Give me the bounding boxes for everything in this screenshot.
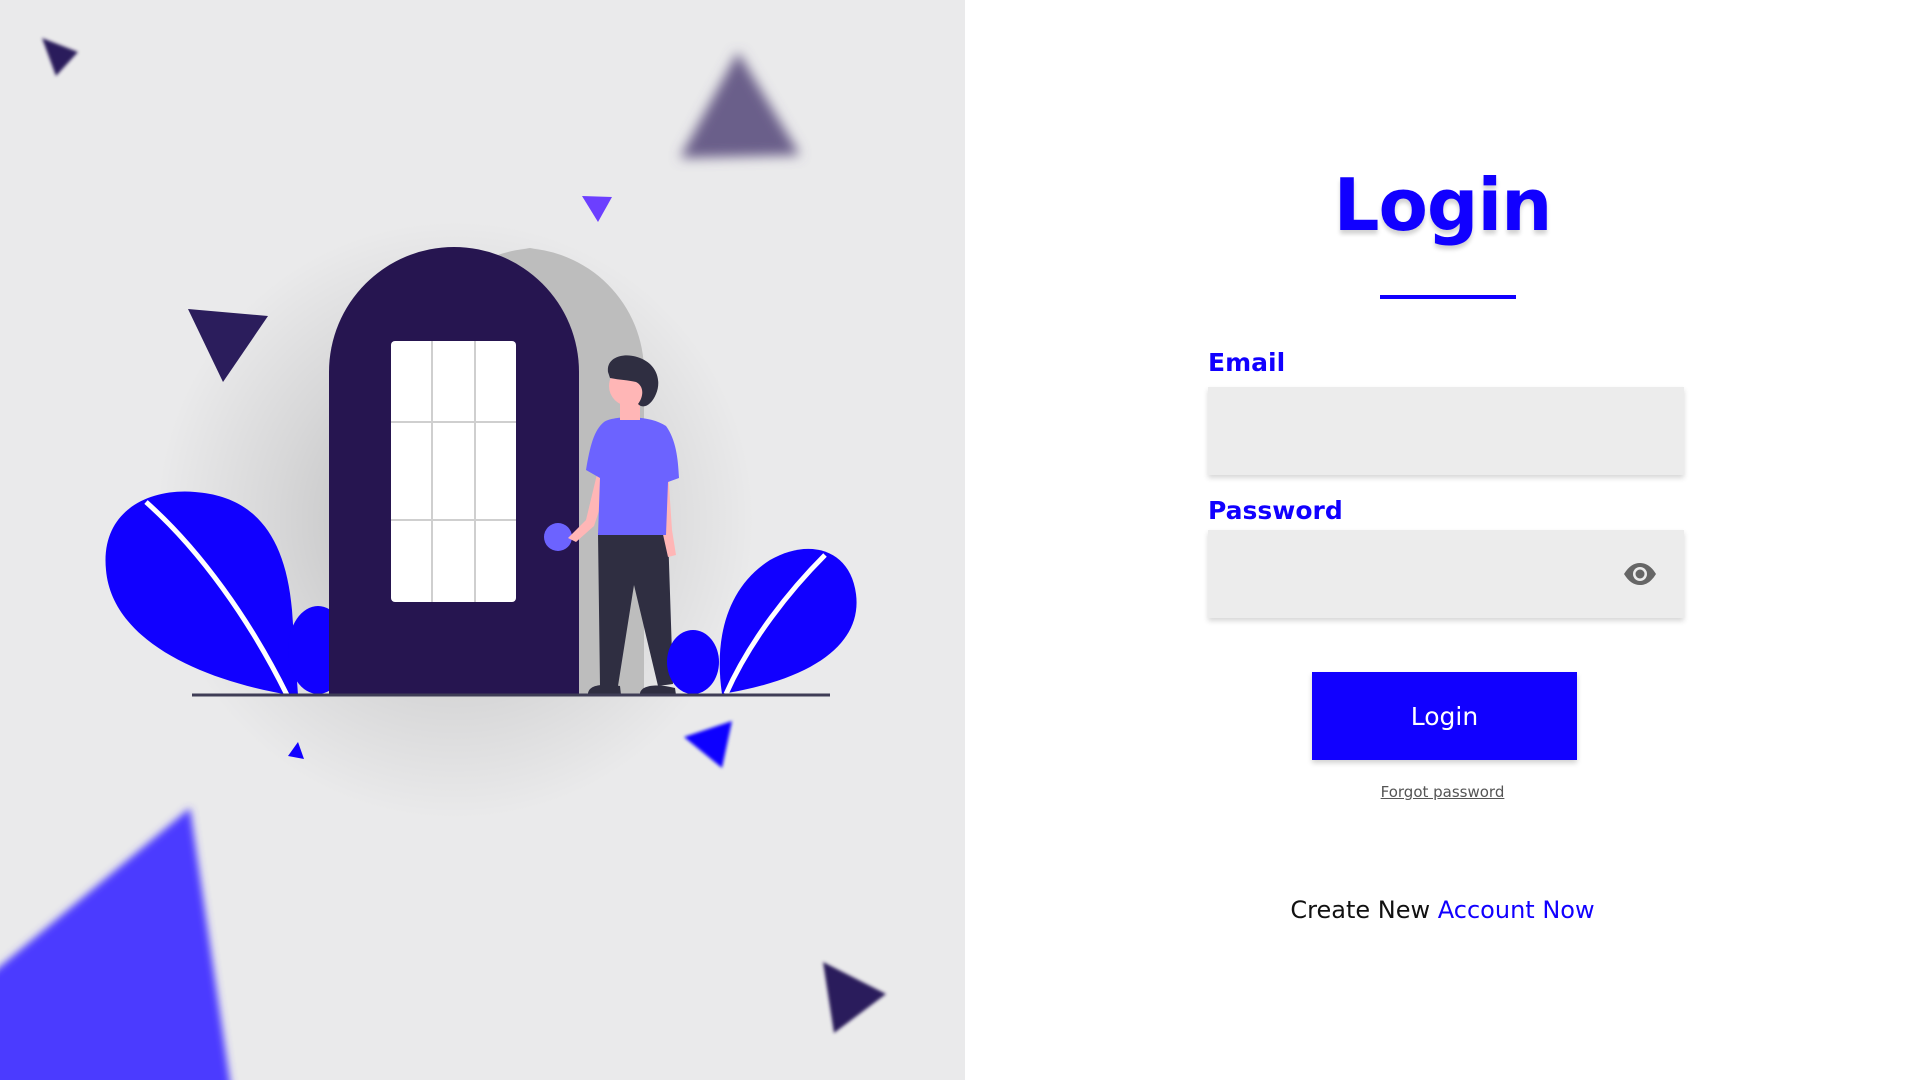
password-field[interactable] <box>1208 530 1684 618</box>
door-knob <box>544 523 572 551</box>
triangle-icon <box>582 196 612 222</box>
login-button[interactable]: Login <box>1312 672 1577 760</box>
forgot-password-link[interactable]: Forgot password <box>965 783 1920 801</box>
page-title: Login <box>1333 163 1553 247</box>
password-label: Password <box>1208 496 1343 525</box>
create-account-row: Create New Account Now <box>965 896 1920 924</box>
triangle-icon <box>680 52 800 158</box>
login-illustration <box>0 38 886 1080</box>
triangle-icon <box>42 38 78 76</box>
login-form-panel: Login Email Password Login Forgot passwo… <box>965 0 1920 1080</box>
title-underline <box>1380 295 1516 299</box>
illustration-panel <box>0 0 965 1080</box>
email-field[interactable] <box>1208 387 1684 475</box>
create-account-prefix: Create New <box>1290 896 1438 924</box>
triangle-icon <box>0 808 230 1080</box>
right-bush <box>667 630 719 694</box>
triangle-icon <box>684 721 732 768</box>
login-page: Login Email Password Login Forgot passwo… <box>0 0 1920 1080</box>
create-account-link[interactable]: Account Now <box>1438 896 1595 924</box>
door-window <box>391 341 516 602</box>
email-label: Email <box>1208 348 1286 377</box>
triangle-icon <box>823 962 886 1033</box>
eye-icon[interactable] <box>1622 562 1658 586</box>
